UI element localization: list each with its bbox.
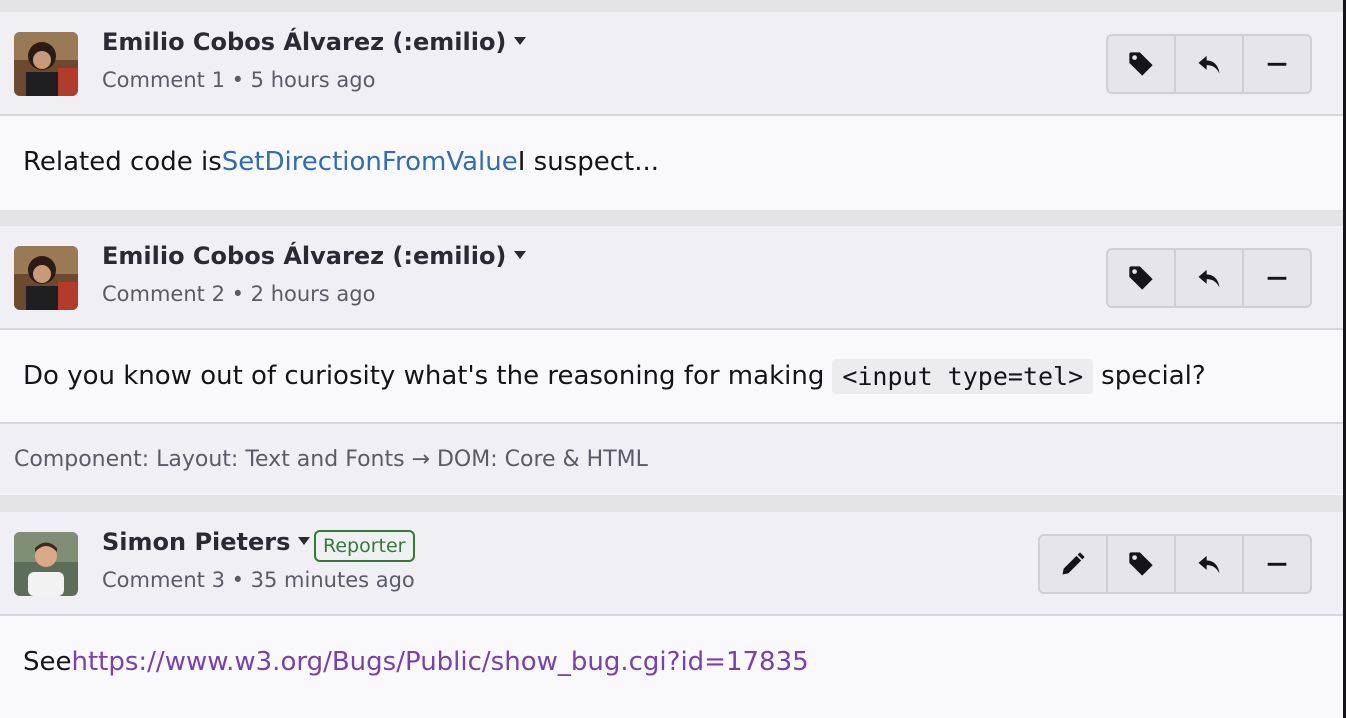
caret-down-icon[interactable] [514, 37, 527, 45]
caret-down-icon[interactable] [514, 251, 527, 259]
minus-icon [1267, 562, 1287, 566]
comment-body: Do you know out of curiosity what's the … [0, 330, 1343, 422]
comment-actions [1106, 34, 1312, 94]
component-change: Component: Layout: Text and Fonts → DOM:… [0, 422, 1343, 494]
inline-code: <input type=tel> [832, 358, 1094, 394]
avatar[interactable] [14, 532, 78, 596]
avatar[interactable] [14, 246, 78, 310]
comment-text: Do you know out of curiosity what's the … [23, 361, 825, 391]
comment-header: Emilio Cobos Álvarez (:emilio) Comment 1… [0, 12, 1343, 116]
comment-meta[interactable]: Comment 1 • 5 hours ago [102, 68, 375, 92]
reply-icon [1198, 269, 1220, 288]
tag-button[interactable] [1106, 536, 1174, 592]
reply-icon [1198, 555, 1220, 574]
comment-body: Related code is SetDirectionFromValue I … [0, 116, 1343, 208]
comment-meta[interactable]: Comment 3 • 35 minutes ago [102, 568, 415, 592]
tag-button[interactable] [1108, 36, 1174, 92]
comment-header: Simon Pieters Reporter Comment 3 • 35 mi… [0, 512, 1343, 616]
code-link[interactable]: SetDirectionFromValue [222, 147, 518, 177]
comment-actions [1038, 534, 1312, 594]
collapse-button[interactable] [1242, 536, 1310, 592]
minus-icon [1267, 62, 1287, 66]
collapse-button[interactable] [1242, 36, 1310, 92]
tag-icon [1129, 552, 1153, 576]
tag-button[interactable] [1108, 250, 1174, 306]
comment-text: Related code is [23, 147, 222, 177]
comment-card: Simon Pieters Reporter Comment 3 • 35 mi… [0, 512, 1343, 718]
comment-text-suffix: special? [1101, 361, 1206, 391]
comment-text-suffix: I suspect... [517, 147, 660, 177]
comment-card: Emilio Cobos Álvarez (:emilio) Comment 2… [0, 226, 1343, 495]
reporter-badge: Reporter [314, 530, 415, 562]
comment-text: See [23, 647, 72, 677]
caret-down-icon[interactable] [298, 537, 311, 545]
tag-icon [1129, 266, 1153, 290]
avatar[interactable] [14, 32, 78, 96]
comment-actions [1106, 248, 1312, 308]
comment-author[interactable]: Emilio Cobos Álvarez (:emilio) [102, 242, 527, 270]
reply-button[interactable] [1174, 36, 1242, 92]
tag-icon [1129, 52, 1153, 76]
comment-header: Emilio Cobos Álvarez (:emilio) Comment 2… [0, 226, 1343, 330]
reply-icon [1198, 55, 1220, 74]
pencil-icon [1062, 552, 1085, 575]
reply-button[interactable] [1174, 536, 1242, 592]
comment-card: Emilio Cobos Álvarez (:emilio) Comment 1… [0, 12, 1343, 210]
bug-link[interactable]: https://www.w3.org/Bugs/Public/show_bug.… [72, 647, 809, 677]
minus-icon [1267, 276, 1287, 280]
edit-button[interactable] [1040, 536, 1106, 592]
comment-author[interactable]: Emilio Cobos Álvarez (:emilio) [102, 28, 527, 56]
comment-meta[interactable]: Comment 2 • 2 hours ago [102, 282, 375, 306]
comment-body: See https://www.w3.org/Bugs/Public/show_… [0, 616, 1343, 708]
collapse-button[interactable] [1242, 250, 1310, 306]
reply-button[interactable] [1174, 250, 1242, 306]
comment-author[interactable]: Simon Pieters [102, 528, 311, 556]
